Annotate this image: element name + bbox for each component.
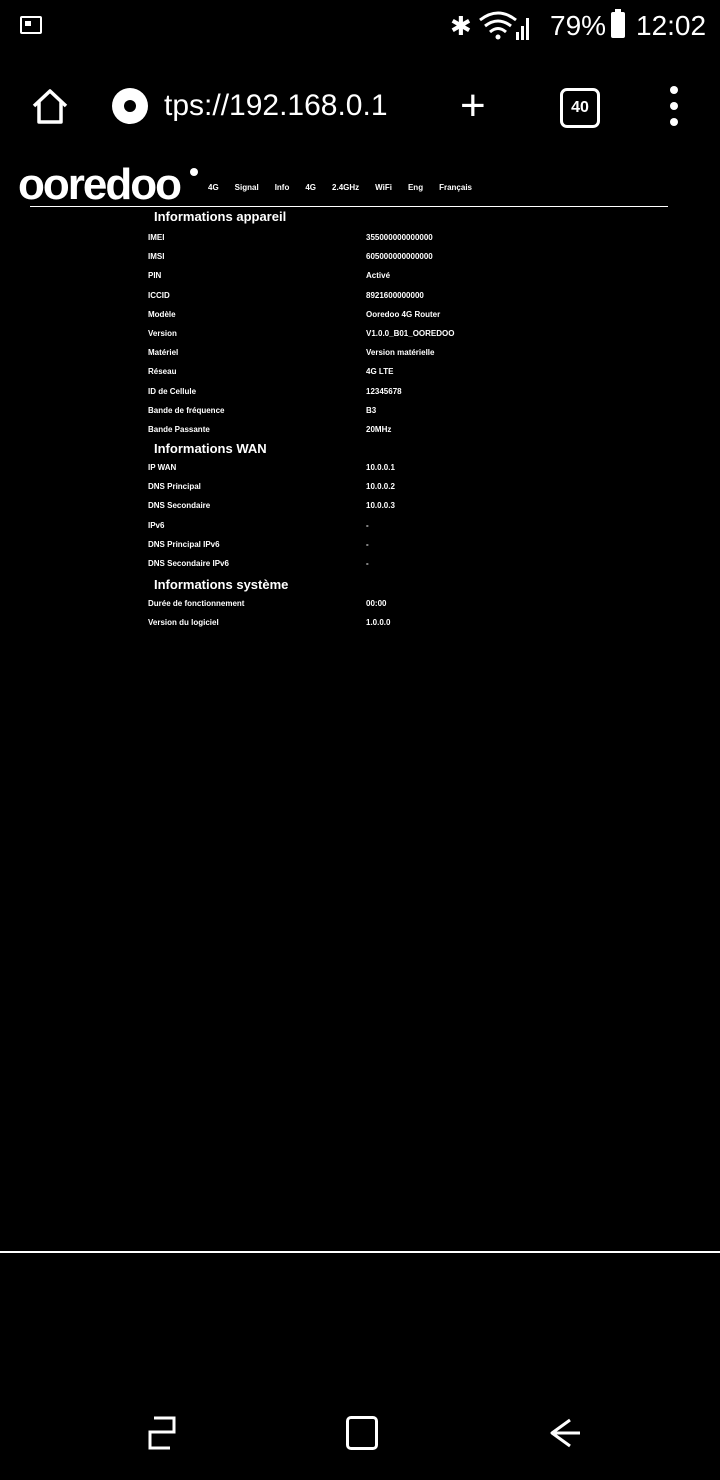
nav-item[interactable]: WiFi xyxy=(375,182,392,194)
info-row-label: DNS Principal xyxy=(148,482,201,491)
info-row-value: 10.0.0.3 xyxy=(366,501,395,510)
new-tab-icon[interactable]: + xyxy=(460,84,486,128)
section-title: Informations appareil xyxy=(154,209,287,224)
nav-item[interactable]: 4G xyxy=(208,182,219,194)
page-bottom-divider xyxy=(0,1251,720,1253)
ooredoo-logo: ooredoo xyxy=(18,160,182,209)
wifi-signal-icon xyxy=(479,11,529,40)
info-row-label: Durée de fonctionnement xyxy=(148,599,245,608)
clock: 12:02 xyxy=(636,10,707,41)
bluetooth-icon: ✱ xyxy=(450,11,472,41)
info-row-value: - xyxy=(366,559,369,568)
info-row-value: 20MHz xyxy=(366,425,392,434)
info-row-value: Ooredoo 4G Router xyxy=(366,310,441,319)
url-bar[interactable]: tps://192.168.0.1 xyxy=(164,88,388,124)
info-row-value: 605000000000000 xyxy=(366,252,433,261)
nav-item[interactable]: 4G xyxy=(305,182,316,194)
info-row-label: IMEI xyxy=(148,233,165,242)
logo-dot xyxy=(190,168,198,176)
battery-icon xyxy=(611,9,625,38)
info-row-label: Matériel xyxy=(148,348,179,357)
site-info-icon[interactable] xyxy=(112,88,148,124)
info-row-label: ICCID xyxy=(148,291,170,300)
info-row-value: 1.0.0.0 xyxy=(366,618,391,627)
nav-item[interactable]: Info xyxy=(275,182,290,194)
info-row-value: 4G LTE xyxy=(366,367,394,376)
info-row-value: 8921600000000 xyxy=(366,291,424,300)
overflow-menu-icon[interactable] xyxy=(664,86,684,126)
nav-item[interactable]: Eng xyxy=(408,182,423,194)
info-row-value: 355000000000000 xyxy=(366,233,433,242)
info-row-value: 00:00 xyxy=(366,599,387,608)
info-row-label: ID de Cellule xyxy=(148,387,197,396)
info-row-value: Version matérielle xyxy=(366,348,435,357)
info-row-label: IPv6 xyxy=(148,521,165,530)
info-row-label: IP WAN xyxy=(148,463,177,472)
info-row-label: DNS Principal IPv6 xyxy=(148,540,220,549)
info-row-value: 10.0.0.1 xyxy=(366,463,395,472)
home-square-icon[interactable] xyxy=(346,1416,378,1450)
info-row-value: 10.0.0.2 xyxy=(366,482,395,491)
info-row-label: Modèle xyxy=(148,310,176,319)
info-row-label: Bande Passante xyxy=(148,425,210,434)
section-title: Informations WAN xyxy=(154,441,267,456)
info-row-label: IMSI xyxy=(148,252,165,261)
info-row-value: 12345678 xyxy=(366,387,402,396)
router-nav-menu: 4G Signal Info 4G 2.4GHz WiFi Eng Français xyxy=(208,182,472,194)
recents-icon[interactable] xyxy=(146,1416,176,1450)
info-row-value: - xyxy=(366,540,369,549)
nav-item[interactable]: Signal xyxy=(235,182,259,194)
image-notification-icon xyxy=(20,16,42,34)
tab-switcher-button[interactable]: 40 xyxy=(560,88,600,128)
nav-item[interactable]: 2.4GHz xyxy=(332,182,359,194)
info-row-label: DNS Secondaire IPv6 xyxy=(148,559,229,568)
info-row-label: Version xyxy=(148,329,177,338)
back-arrow-icon[interactable] xyxy=(548,1416,582,1450)
info-row-value: B3 xyxy=(366,406,377,415)
header-divider xyxy=(30,206,668,207)
home-icon[interactable] xyxy=(30,86,70,126)
info-row-label: Bande de fréquence xyxy=(148,406,225,415)
info-row-label: DNS Secondaire xyxy=(148,501,211,510)
info-row-value: - xyxy=(366,521,369,530)
info-row-label: Réseau xyxy=(148,367,177,376)
info-row-label: Version du logiciel xyxy=(148,618,219,627)
info-row-label: PIN xyxy=(148,271,162,280)
info-row-value: Activé xyxy=(366,271,391,280)
info-row-value: V1.0.0_B01_OOREDOO xyxy=(366,329,455,338)
battery-percent: 79% xyxy=(550,10,607,41)
nav-item[interactable]: Français xyxy=(439,182,472,194)
section-title: Informations système xyxy=(154,577,289,592)
